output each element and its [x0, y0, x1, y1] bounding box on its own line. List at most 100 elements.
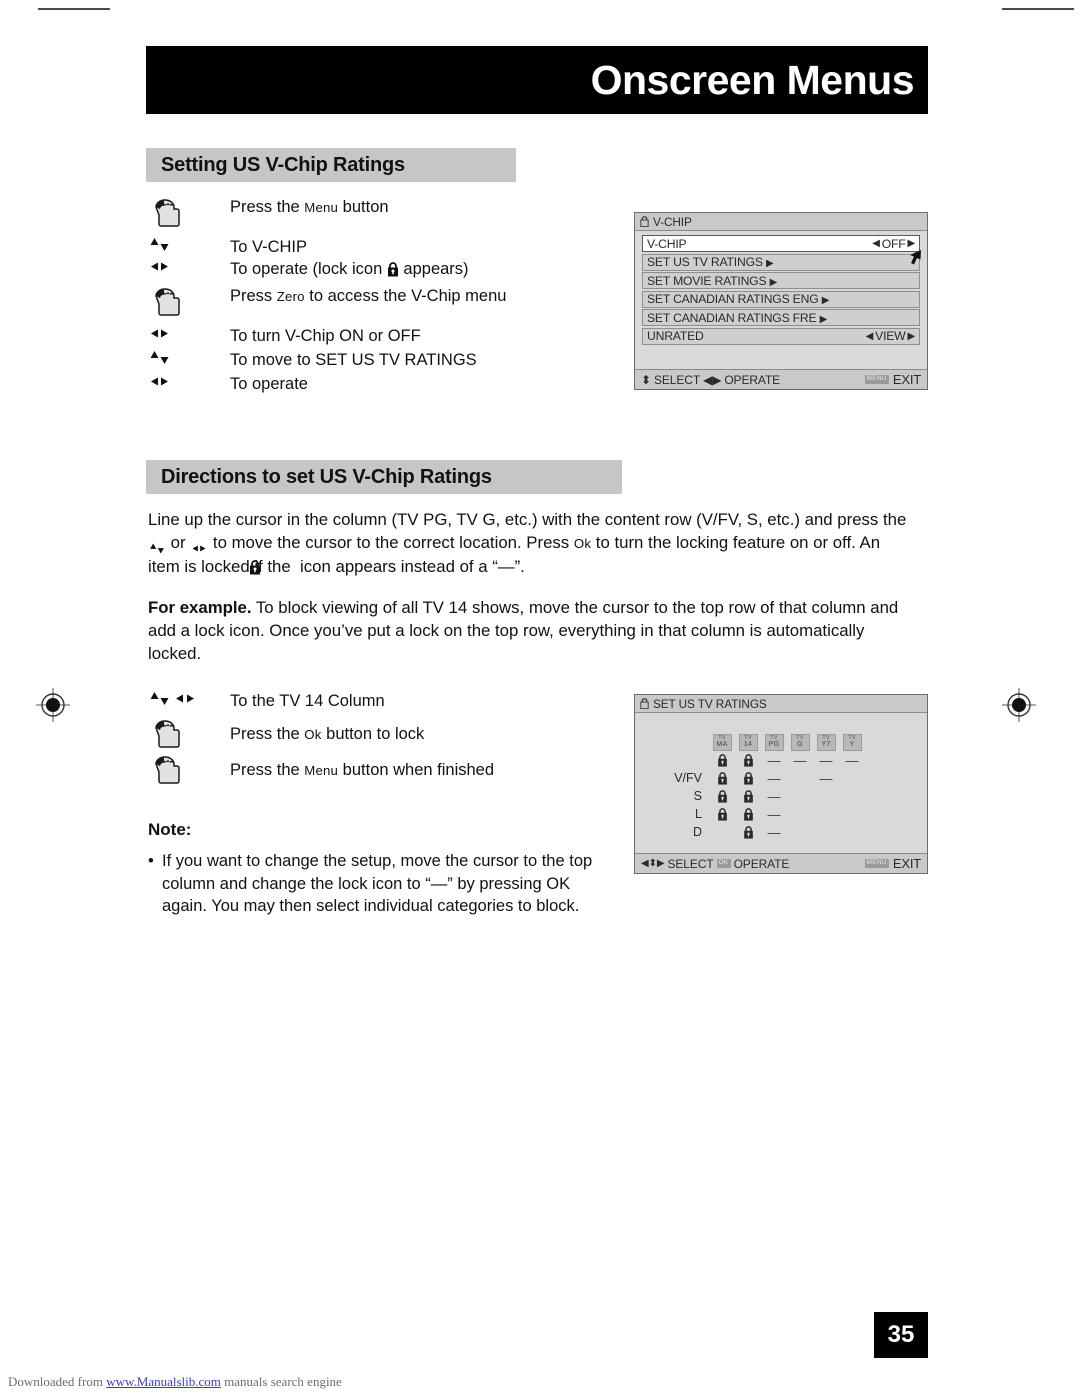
ratings-column-header: TV MA — [709, 733, 735, 751]
osd-title-bar: V-CHIP — [635, 213, 927, 231]
lock-icon[interactable] — [743, 825, 754, 839]
ratings-cell[interactable]: — — [787, 751, 813, 769]
column-cap-tv-ma[interactable]: TV MA — [712, 733, 732, 751]
lock-icon[interactable] — [743, 789, 754, 803]
step-row: To operate — [150, 373, 620, 394]
menu-item-value-text: VIEW — [875, 329, 906, 343]
page-title: Onscreen Menus — [590, 56, 915, 103]
ratings-cell[interactable] — [735, 751, 761, 769]
menu-item-set-canadian-ratings-eng[interactable]: SET CANADIAN RATINGS ENG ▶ — [642, 290, 920, 308]
step-row: To V-CHIP — [150, 236, 620, 257]
menu-item-set-movie-ratings[interactable]: SET MOVIE RATINGS ▶ — [642, 272, 920, 289]
ratings-cell — [839, 805, 865, 823]
menu-item-value[interactable]: ◀ VIEW ▶ — [866, 329, 916, 343]
osd-footer: ◀⬍▶ SELECT OK OPERATE MENU EXIT — [635, 853, 927, 873]
dash-icon[interactable]: — — [768, 808, 781, 821]
dash-icon[interactable]: — — [768, 790, 781, 803]
ratings-cell[interactable]: — — [761, 823, 787, 841]
osd-footer-operate-label: OPERATE — [724, 372, 781, 387]
ratings-cell[interactable]: — — [761, 805, 787, 823]
ratings-cell[interactable] — [709, 751, 735, 769]
lock-icon[interactable] — [717, 807, 728, 821]
ratings-cell[interactable]: — — [761, 787, 787, 805]
menu-item-vchip[interactable]: V-CHIP ◀ OFF ▶ — [642, 235, 920, 252]
left-arrow-icon[interactable]: ◀ — [872, 238, 880, 249]
step-cue — [150, 325, 230, 342]
ratings-column-header: TV PG — [761, 733, 787, 751]
ratings-cell — [787, 805, 813, 823]
step-row: Press the Menu button — [150, 196, 620, 230]
lock-icon[interactable] — [743, 807, 754, 821]
lock-icon[interactable] — [717, 771, 728, 785]
ratings-cell[interactable] — [735, 823, 761, 841]
ratings-column-header: TV G — [787, 733, 813, 751]
column-cap-tv-14[interactable]: TV 14 — [738, 733, 758, 751]
up-down-left-right-arrows-icon — [150, 690, 196, 707]
osd-footer-right: MENU EXIT — [864, 856, 921, 871]
lock-icon[interactable] — [743, 771, 754, 785]
column-cap-tv-g[interactable]: TV G — [790, 733, 810, 751]
osd-body: TV MA TV 14 TV PG TV G TV Y7 TV Y — — — — V/FV — — S —… — [635, 713, 927, 841]
dash-icon[interactable]: — — [846, 754, 859, 767]
step-row: Press the Menu button when finished — [150, 753, 620, 787]
menu-item-value[interactable]: ◀ OFF ▶ — [872, 237, 915, 251]
page-banner: Onscreen Menus — [146, 46, 928, 114]
hand-press-icon — [155, 756, 180, 784]
ratings-cell[interactable]: — — [813, 751, 839, 769]
dash-icon[interactable]: — — [768, 772, 781, 785]
lock-icon — [387, 262, 398, 277]
step-cue — [150, 196, 230, 230]
step-row: Press the Ok button to lock — [150, 717, 620, 751]
right-arrow-icon[interactable]: ▶ — [908, 238, 916, 249]
ratings-table-corner — [647, 733, 709, 751]
ratings-cell[interactable]: — — [761, 751, 787, 769]
left-right-arrows-icon: ◀▶ — [703, 372, 722, 387]
manualslib-link[interactable]: www.Manualslib.com — [106, 1374, 221, 1389]
crop-mark-top-right — [1002, 8, 1074, 10]
column-cap-tv-y7[interactable]: TV Y7 — [816, 733, 836, 751]
hand-press-icon — [155, 720, 180, 748]
dash-icon[interactable]: — — [768, 826, 781, 839]
step-text: To the TV 14 Column — [230, 692, 385, 710]
right-arrow-icon[interactable]: ▶ — [908, 331, 916, 342]
ratings-cell[interactable] — [709, 787, 735, 805]
step-text: Press the Ok button to lock — [230, 724, 425, 743]
menu-item-unrated[interactable]: UNRATED ◀ VIEW ▶ — [642, 327, 920, 345]
ratings-cell[interactable]: — — [813, 769, 839, 787]
note-body: • If you want to change the setup, move … — [148, 850, 598, 918]
ok-keycap-icon: OK — [716, 859, 731, 868]
menu-item-set-canadian-ratings-fre[interactable]: SET CANADIAN RATINGS FRE ▶ — [642, 309, 920, 326]
ratings-cell[interactable] — [735, 769, 761, 787]
footer-prefix: Downloaded from — [8, 1374, 107, 1389]
lock-icon[interactable] — [717, 753, 728, 767]
column-cap-tv-pg[interactable]: TV PG — [764, 733, 784, 751]
left-arrow-icon[interactable]: ◀ — [866, 331, 874, 342]
submenu-arrow-icon: ▶ — [765, 258, 774, 269]
osd-footer-operate-label: OPERATE — [733, 856, 790, 871]
ratings-cell[interactable]: — — [839, 751, 865, 769]
dash-icon[interactable]: — — [768, 754, 781, 767]
step-text: To operate — [230, 374, 308, 393]
lock-icon[interactable] — [717, 789, 728, 803]
dash-icon[interactable]: — — [820, 772, 833, 785]
column-cap-tv-y[interactable]: TV Y — [842, 733, 862, 751]
ratings-column-header: TV Y7 — [813, 733, 839, 751]
ratings-cell[interactable] — [709, 805, 735, 823]
ratings-cell[interactable]: — — [761, 769, 787, 787]
ratings-cell[interactable] — [709, 769, 735, 787]
dash-icon[interactable]: — — [820, 754, 833, 767]
footer-suffix: manuals search engine — [220, 1374, 342, 1389]
lock-icon[interactable] — [743, 753, 754, 767]
ratings-cell — [709, 823, 735, 841]
step-row: Press Zero to access the V-Chip menu — [150, 285, 620, 319]
menu-keycap-icon: MENU — [864, 375, 889, 384]
four-way-arrows-icon: ◀⬍▶ — [641, 858, 665, 869]
ratings-cell[interactable] — [735, 787, 761, 805]
section-heading-directions-to-set-us-vchip-ratings: Directions to set US V-Chip Ratings — [146, 460, 622, 494]
menu-item-set-us-tv-ratings[interactable]: SET US TV RATINGS ▶ — [642, 253, 920, 271]
ratings-cell[interactable] — [735, 805, 761, 823]
dash-icon[interactable]: — — [794, 754, 807, 767]
osd-title-text: V-CHIP — [653, 214, 692, 229]
section1-heading-text: Setting US V-Chip Ratings — [161, 153, 405, 176]
osd-footer-left: ⬍ SELECT ◀▶ OPERATE — [641, 373, 865, 387]
